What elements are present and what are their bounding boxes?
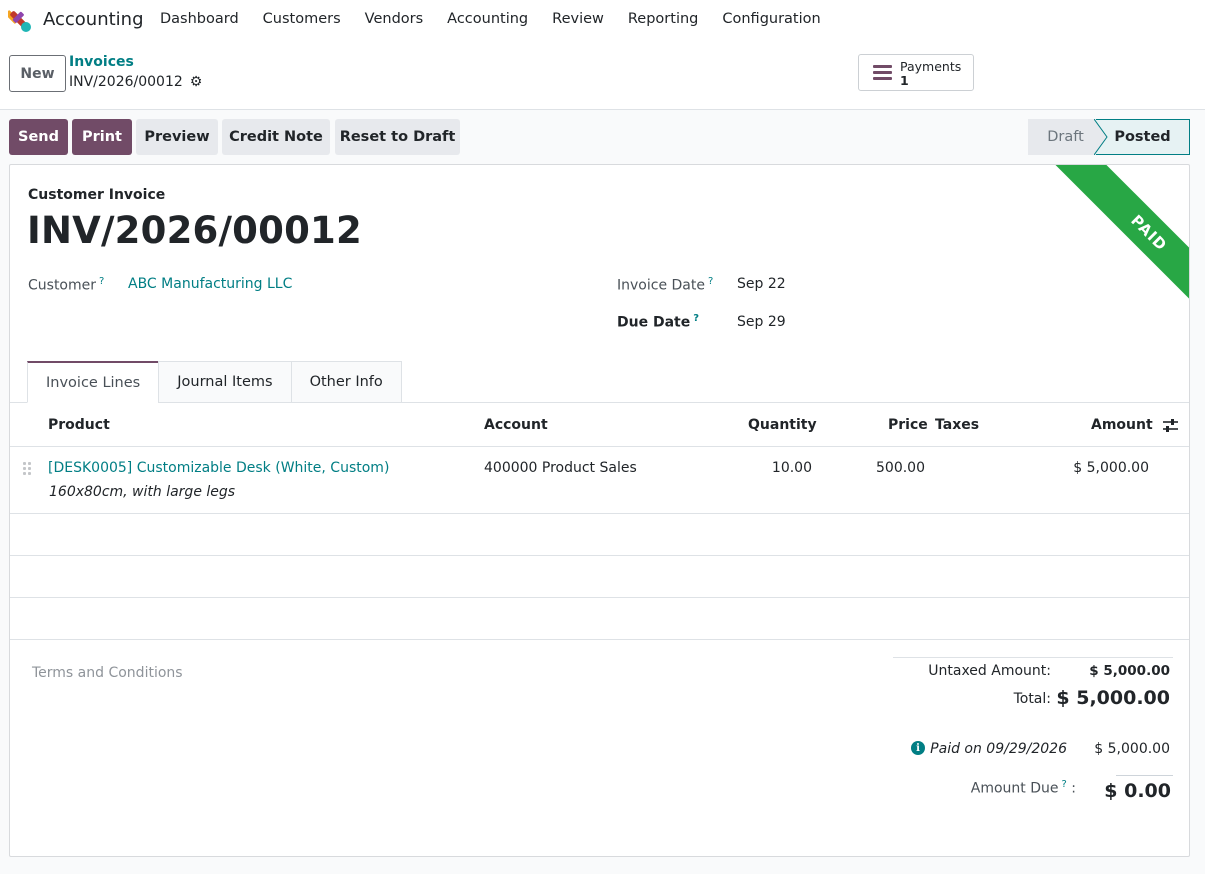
amount-due-colon: : [1071,780,1076,797]
help-icon[interactable]: ? [1062,779,1067,790]
empty-row[interactable] [10,556,1189,598]
due-date-label-text: Due Date [617,314,691,331]
breadcrumb-current-label: INV/2026/00012 [69,74,183,90]
menu-configuration[interactable]: Configuration [722,11,820,27]
empty-row[interactable] [10,514,1189,556]
line-amount[interactable]: $ 5,000.00 [1073,460,1149,476]
paid-on-label: Paid on 09/29/2026 [930,741,1067,757]
help-icon[interactable]: ? [708,276,713,287]
tab-journal-items[interactable]: Journal Items [158,361,292,403]
line-quantity[interactable]: 10.00 [772,460,812,476]
empty-row[interactable] [10,598,1189,640]
top-navbar: Accounting Dashboard Customers Vendors A… [0,0,1205,40]
invoice-number: INV/2026/00012 [27,209,362,252]
customer-field[interactable]: ABC Manufacturing LLC [128,276,292,292]
line-account[interactable]: 400000 Product Sales [484,460,637,476]
help-icon[interactable]: ? [99,276,104,287]
accounting-app-icon[interactable] [8,9,32,33]
help-icon[interactable]: ? [693,313,699,324]
payments-label: Payments [900,59,962,74]
amount-due-value: $ 0.00 [1104,780,1171,802]
invoice-date-label-text: Invoice Date [617,277,705,294]
line-product[interactable]: [DESK0005] Customizable Desk (White, Cus… [48,460,389,476]
control-panel: New Invoices INV/2026/00012 ⚙ Payments 1 [0,40,1205,110]
invoice-type: Customer Invoice [28,187,166,203]
menu-accounting[interactable]: Accounting [447,11,528,27]
line-price[interactable]: 500.00 [876,460,925,476]
list-icon [873,65,892,81]
menu-reporting[interactable]: Reporting [628,11,699,27]
due-date-field[interactable]: Sep 29 [737,314,786,330]
col-product[interactable]: Product [48,417,110,433]
amount-due-divider [1116,775,1173,776]
main-menu: Dashboard Customers Vendors Accounting R… [160,11,845,27]
reset-to-draft-button[interactable]: Reset to Draft [335,119,460,155]
send-button[interactable]: Send [9,119,68,155]
payments-count: 1 [900,73,909,88]
invoice-sheet: PAID Customer Invoice INV/2026/00012 Cus… [9,164,1190,857]
optional-columns-icon[interactable] [1162,418,1179,433]
total-label: Total: [1013,691,1051,707]
table-header: Product Account Quantity Price Taxes Amo… [10,403,1189,447]
preview-button[interactable]: Preview [136,119,218,155]
untaxed-amount-label: Untaxed Amount: [928,663,1051,679]
amount-due-label: Amount Due? : [971,779,1076,797]
gear-icon[interactable]: ⚙ [190,74,203,90]
stage-posted[interactable]: Posted [1096,119,1190,155]
customer-label-text: Customer [28,277,97,294]
app-name[interactable]: Accounting [43,9,144,30]
invoice-date-field[interactable]: Sep 22 [737,276,786,292]
col-taxes[interactable]: Taxes [935,417,979,433]
untaxed-amount-value: $ 5,000.00 [1089,663,1170,679]
breadcrumb-current: INV/2026/00012 ⚙ [69,74,202,90]
col-amount[interactable]: Amount [1091,417,1153,433]
menu-vendors[interactable]: Vendors [365,11,424,27]
info-icon[interactable]: i [911,741,925,755]
breadcrumb-invoices[interactable]: Invoices [69,54,134,70]
line-description[interactable]: 160x80cm, with large legs [49,484,235,500]
total-value: $ 5,000.00 [1056,687,1170,709]
totals-divider [893,657,1173,658]
stage-arrow-icon [1094,119,1108,155]
menu-dashboard[interactable]: Dashboard [160,11,239,27]
print-button[interactable]: Print [72,119,132,155]
payments-smart-button[interactable]: Payments 1 [858,54,974,91]
paid-amount: $ 5,000.00 [1094,741,1170,757]
new-button[interactable]: New [9,55,66,92]
notebook-tabs: Invoice Lines Journal Items Other Info [27,361,402,403]
col-price[interactable]: Price [888,417,928,433]
paid-ribbon: PAID [1019,165,1189,335]
amount-due-label-text: Amount Due [970,780,1059,797]
tab-other-info[interactable]: Other Info [290,361,402,403]
tab-invoice-lines[interactable]: Invoice Lines [27,361,160,403]
drag-handle-icon[interactable] [23,462,33,476]
customer-label: Customer? [28,276,104,294]
col-quantity[interactable]: Quantity [748,417,817,433]
menu-customers[interactable]: Customers [263,11,341,27]
menu-review[interactable]: Review [552,11,604,27]
terms-conditions-field[interactable]: Terms and Conditions [32,665,183,681]
due-date-label: Due Date? [617,313,699,331]
invoice-date-label: Invoice Date? [617,276,713,294]
credit-note-button[interactable]: Credit Note [222,119,330,155]
table-row[interactable]: [DESK0005] Customizable Desk (White, Cus… [10,447,1189,514]
stage-draft[interactable]: Draft [1028,119,1103,155]
col-account[interactable]: Account [484,417,548,433]
status-bar: Send Print Preview Credit Note Reset to … [0,110,1205,164]
paid-ribbon-label: PAID [1044,165,1189,335]
